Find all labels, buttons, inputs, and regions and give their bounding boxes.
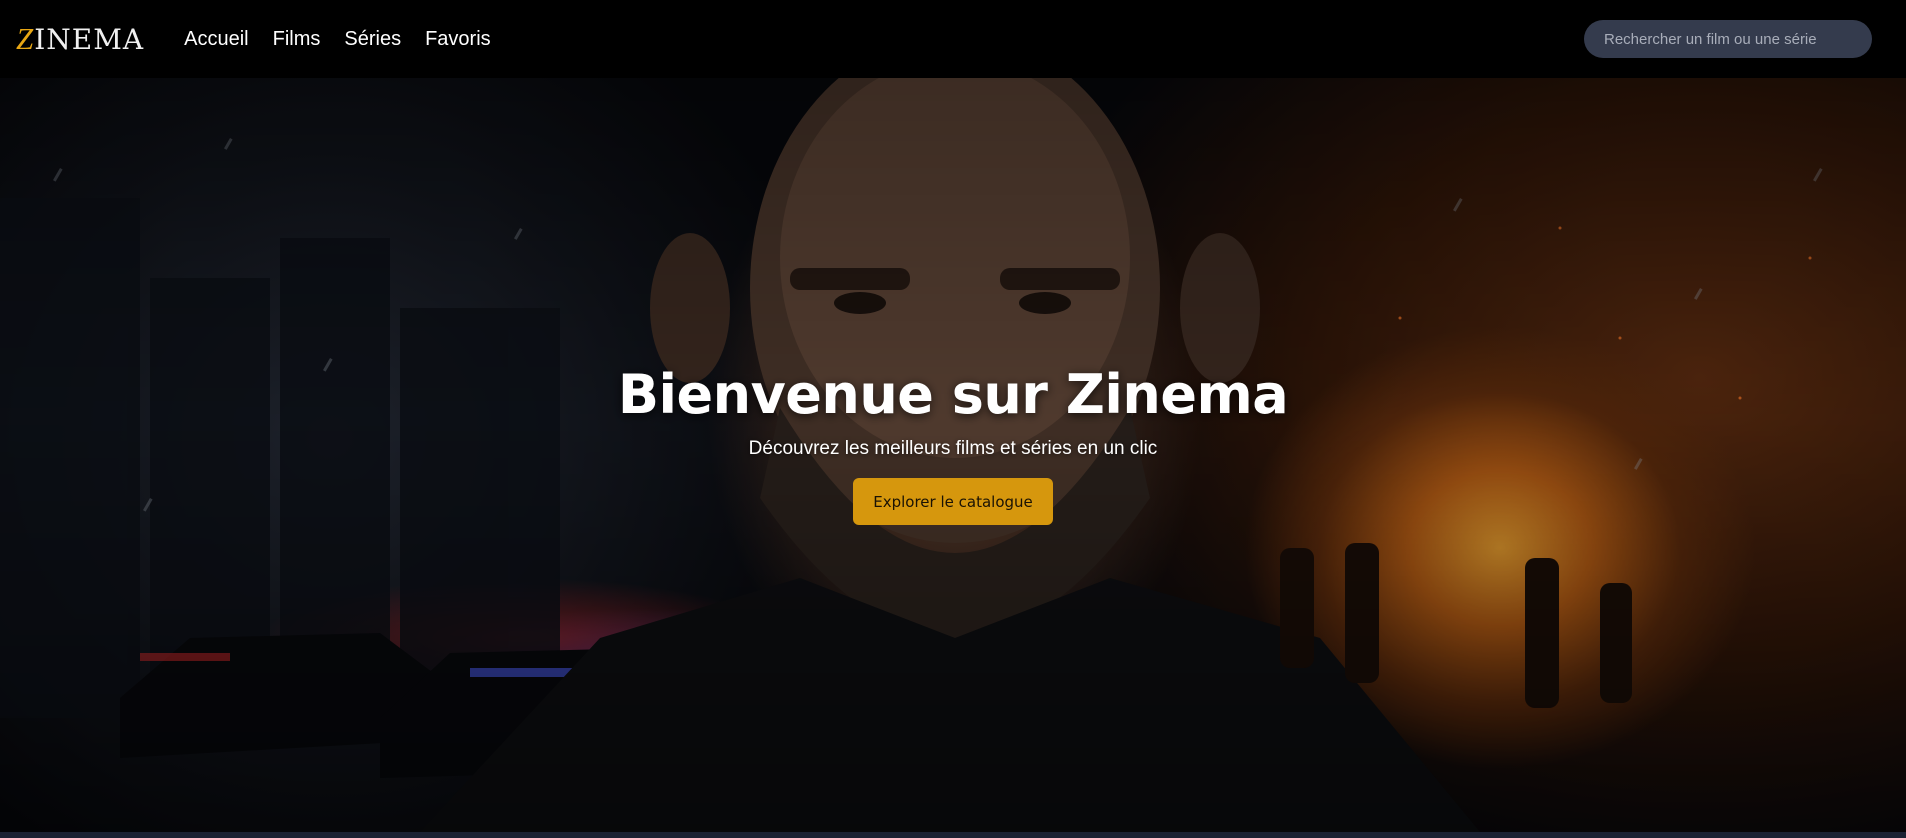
nav-link-favoris[interactable]: Favoris [425,28,491,50]
nav-item-films: Films [273,28,321,51]
logo-text: INEMA [34,23,145,56]
hero-title: Bienvenue sur Zinema [617,363,1289,426]
nav-link-accueil[interactable]: Accueil [184,28,248,50]
brand-logo[interactable]: Z INEMA [16,21,144,57]
hero-banner: Bienvenue sur Zinema Découvrez les meill… [0,78,1906,832]
explore-catalog-button[interactable]: Explorer le catalogue [853,478,1053,525]
hero-subtitle: Découvrez les meilleurs films et séries … [748,438,1158,459]
nav-item-series: Séries [344,28,401,51]
search-container [1584,20,1872,58]
logo-initial: Z [16,21,35,56]
main-nav: Accueil Films Séries Favoris [184,28,491,51]
nav-link-series[interactable]: Séries [344,28,401,50]
nav-item-accueil: Accueil [184,28,248,51]
hero-content: Bienvenue sur Zinema Découvrez les meill… [0,368,1906,525]
search-input[interactable] [1584,20,1872,58]
page-bottom-strip [0,832,1906,838]
nav-link-films[interactable]: Films [273,28,321,50]
nav-item-favoris: Favoris [425,28,491,51]
top-navbar: Z INEMA Accueil Films Séries Favoris [0,0,1906,78]
